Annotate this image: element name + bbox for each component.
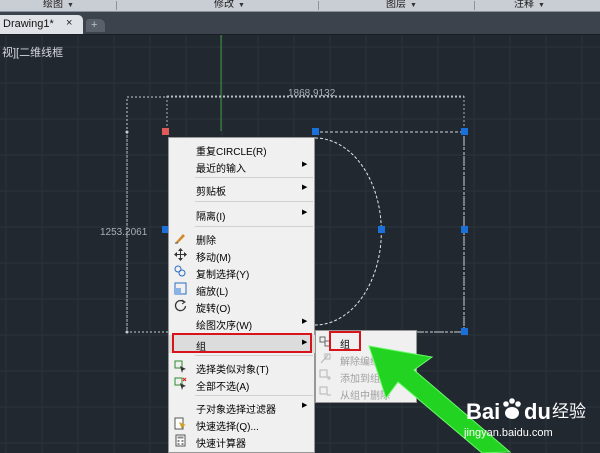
brand-bai: Bai: [466, 399, 500, 424]
brand-cn: 经验: [552, 402, 586, 422]
paw-icon: [503, 398, 521, 419]
baidu-watermark: Bai du 经验 jingyan.baidu.com: [464, 398, 586, 439]
watermark-url: jingyan.baidu.com: [464, 427, 553, 439]
brand-du: du: [524, 399, 551, 424]
annotation-arrow: [368, 345, 512, 453]
